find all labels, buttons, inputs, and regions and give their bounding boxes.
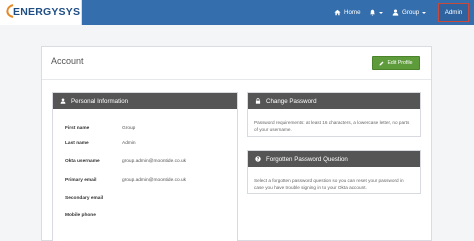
user-icon <box>392 9 399 16</box>
brand-logo[interactable]: ENERGYSYS <box>0 0 82 25</box>
password-requirements-text: Password requirements: at least 16 chara… <box>254 120 410 132</box>
okta-username-value: group.admin@moontide.co.uk <box>122 159 187 164</box>
edit-profile-label: Edit Profile <box>387 60 413 66</box>
personal-information-header: Personal Information <box>53 93 237 109</box>
header-divider <box>42 79 431 80</box>
secondary-email-label: Secondary email <box>65 196 104 201</box>
edit-profile-button[interactable]: Edit Profile <box>372 56 420 70</box>
chevron-down-icon <box>379 11 383 14</box>
first-name-value: Group <box>122 126 136 131</box>
nav-home-label: Home <box>344 9 361 16</box>
primary-email-label: Primary email <box>65 178 97 183</box>
admin-button[interactable]: Admin <box>438 3 469 22</box>
change-password-title: Change Password <box>266 97 317 105</box>
change-password-panel: Change Password Password requirements: a… <box>247 92 421 137</box>
mobile-phone-label: Mobile phone <box>65 213 96 218</box>
logo-text: ENERGYSYS <box>13 6 81 18</box>
forgotten-question-text: Select a forgotten password question so … <box>254 178 404 190</box>
last-name-value: Admin <box>122 141 136 146</box>
lock-icon <box>255 98 261 104</box>
change-password-header: Change Password <box>248 93 420 109</box>
nav-home[interactable]: Home <box>334 0 361 25</box>
nav-group-menu[interactable]: Group <box>392 0 427 25</box>
forgotten-question-header: ? Forgotten Password Question <box>248 151 420 167</box>
forgotten-question-title: Forgotten Password Question <box>266 155 348 163</box>
chevron-down-icon <box>422 11 427 14</box>
last-name-label: Last name <box>65 141 89 146</box>
question-circle-icon: ? <box>255 156 261 162</box>
pencil-icon <box>379 61 384 65</box>
admin-button-label: Admin <box>444 9 463 16</box>
forgotten-question-panel: ? Forgotten Password Question Select a f… <box>247 150 421 194</box>
nav-group-label: Group <box>402 9 420 16</box>
personal-information-panel: Personal Information First name Group La… <box>52 92 238 241</box>
bell-icon <box>370 9 375 16</box>
page-title: Account <box>51 56 84 66</box>
nav-notifications[interactable] <box>369 0 383 25</box>
home-icon <box>334 9 341 16</box>
okta-username-label: Okta username <box>65 159 100 164</box>
first-name-label: First name <box>65 126 90 131</box>
user-icon <box>60 98 66 104</box>
primary-email-value: group.admin@moontide.co.uk <box>122 178 187 183</box>
personal-information-title: Personal Information <box>71 97 129 105</box>
